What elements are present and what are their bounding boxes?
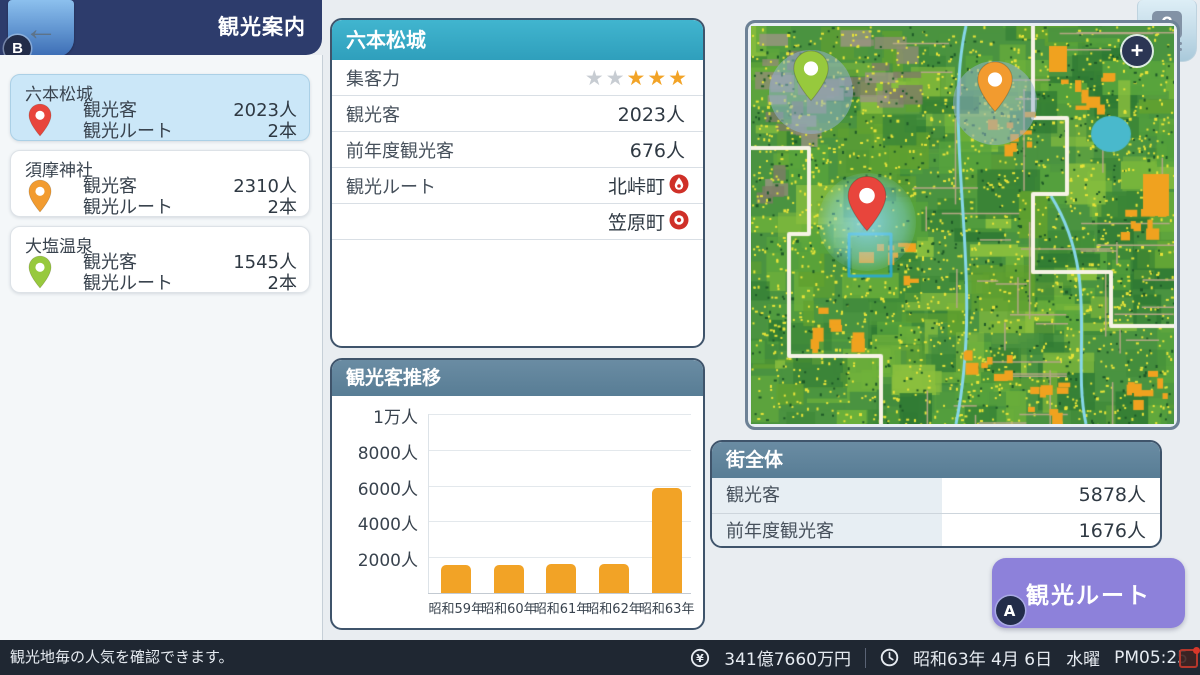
clock-icon	[880, 648, 899, 667]
x-axis-tick-label: 昭和62年	[586, 598, 642, 617]
y-axis-tick-label: 6000人	[332, 475, 418, 500]
town-row-visitors: 観光客 5878人	[712, 478, 1160, 514]
sidebar-item-rokuhonmatsu-castle[interactable]: 六本松城 観光客2023人 観光ルート2本	[10, 74, 310, 141]
y-axis-line	[428, 414, 429, 593]
back-button[interactable]: ← B	[8, 0, 74, 57]
x-axis-line	[428, 593, 691, 594]
spot-row-label: 観光ルート	[83, 197, 173, 218]
game-weekday: 水曜	[1066, 645, 1100, 670]
game-date: 昭和63年 4月 6日	[913, 645, 1052, 670]
sidebar: 六本松城 観光客2023人 観光ルート2本 須摩神社 観光客2310人 観光ルー…	[0, 55, 323, 640]
star-icon: ★	[627, 66, 648, 90]
bar-昭和62年	[599, 564, 629, 593]
money-amount: 341億7660万円	[724, 645, 851, 670]
bar-昭和63年	[652, 488, 682, 593]
spot-row-value: 2本	[268, 121, 297, 142]
map-pin-icon	[27, 179, 53, 217]
town-panel-title: 街全体	[712, 442, 1160, 478]
chart-title: 観光客推移	[332, 360, 703, 396]
status-message: 観光地毎の人気を確認できます。	[10, 640, 234, 675]
x-axis-tick-label: 昭和61年	[534, 598, 590, 617]
town-emblem-icon	[669, 210, 689, 234]
x-axis-tick-label: 昭和63年	[639, 598, 695, 617]
detail-row-previous-year-visitors: 前年度観光客 676人	[332, 132, 703, 168]
cursor-icon	[1179, 649, 1198, 668]
x-axis-tick-label: 昭和60年	[481, 598, 537, 617]
page-title: 観光案内	[218, 0, 306, 55]
star-icon: ★	[647, 66, 668, 90]
town-emblem-icon	[669, 174, 689, 198]
detail-row-attraction-power: 集客力 ★★★★★	[332, 60, 703, 96]
map-pin-icon	[27, 103, 53, 141]
town-summary-panel: 街全体 観光客 5878人 前年度観光客 1676人	[710, 440, 1162, 548]
y-axis-tick-label: 4000人	[332, 510, 418, 535]
star-icon: ★	[606, 66, 627, 90]
sidebar-item-oshio-onsen[interactable]: 大塩温泉 観光客1545人 観光ルート2本	[10, 226, 310, 293]
map-pin-icon	[27, 255, 53, 293]
map-zoom-button[interactable]: +	[1122, 36, 1152, 66]
map-pin-icon	[844, 175, 890, 233]
spot-row-label: 観光ルート	[83, 121, 173, 142]
spot-row-label: 観光ルート	[83, 273, 173, 294]
spot-row-value: 2023人	[233, 100, 297, 121]
controller-a-badge: A	[996, 596, 1025, 625]
y-axis-tick-label: 1万人	[332, 403, 418, 428]
detail-row-visitors: 観光客 2023人	[332, 96, 703, 132]
spot-row-label: 観光客	[83, 252, 137, 273]
map-view[interactable]	[745, 20, 1180, 430]
visitor-trend-chart: 1万人8000人6000人4000人2000人昭和59年昭和60年昭和61年昭和…	[332, 396, 703, 630]
status-bar: 観光地毎の人気を確認できます。 ¥ 341億7660万円 昭和63年 4月 6日…	[0, 640, 1200, 675]
spot-row-value: 2本	[268, 273, 297, 294]
status-divider	[865, 648, 866, 668]
sidebar-item-suma-shrine[interactable]: 須摩神社 観光客2310人 観光ルート2本	[10, 150, 310, 217]
game-time: PM05:25	[1114, 648, 1188, 668]
tour-route-button[interactable]: 観光ルート A	[992, 558, 1185, 628]
x-axis-tick-label: 昭和59年	[429, 598, 485, 617]
bar-昭和61年	[546, 564, 576, 593]
map-pin-icon	[27, 255, 53, 289]
money-icon: ¥	[690, 648, 710, 668]
bar-昭和59年	[441, 565, 471, 593]
y-axis-tick-label: 8000人	[332, 439, 418, 464]
map-marker-layer	[751, 26, 1174, 424]
spot-row-label: 観光客	[83, 100, 137, 121]
bar-昭和60年	[494, 565, 524, 593]
spot-row-label: 観光客	[83, 176, 137, 197]
detail-panel-title: 六本松城	[332, 20, 703, 60]
star-icon: ★	[668, 66, 689, 90]
spot-row-value: 2本	[268, 197, 297, 218]
map-pin-icon	[790, 49, 832, 102]
screen: 観光案内 ← B ? 六本松城 観光客2023人 観光ルート2本 須摩神社	[0, 0, 1200, 675]
map-pin-icon	[27, 103, 53, 137]
detail-row-tour-route-2: 笠原町	[332, 204, 703, 240]
y-axis-tick-label: 2000人	[332, 546, 418, 571]
spot-detail-panel: 六本松城 集客力 ★★★★★ 観光客 2023人 前年度観光客 676人 観光ル…	[330, 18, 705, 348]
spot-row-value: 2310人	[233, 176, 297, 197]
map-pin-icon	[974, 60, 1016, 113]
town-row-previous-year-visitors: 前年度観光客 1676人	[712, 514, 1160, 548]
spot-row-value: 1545人	[233, 252, 297, 273]
detail-row-tour-route-1: 観光ルート 北峠町	[332, 168, 703, 204]
star-icon: ★	[585, 66, 606, 90]
tour-route-button-label: 観光ルート	[1026, 583, 1151, 609]
map-pin-icon	[27, 179, 53, 213]
svg-text:¥: ¥	[696, 652, 704, 665]
chart-panel: 観光客推移 1万人8000人6000人4000人2000人昭和59年昭和60年昭…	[330, 358, 705, 630]
